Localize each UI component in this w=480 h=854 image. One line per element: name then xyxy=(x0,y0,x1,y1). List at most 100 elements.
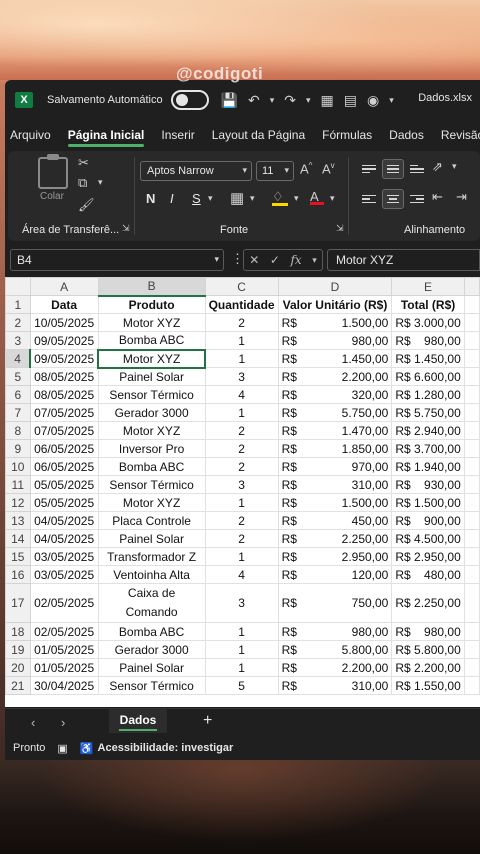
tab-layout-da-pagina[interactable]: Layout da Página xyxy=(212,128,305,142)
save-icon[interactable]: 💾 xyxy=(221,92,238,109)
date-cell[interactable]: 09/05/2025 xyxy=(29,349,99,368)
fx-dropdown-icon[interactable]: ▾ xyxy=(312,255,317,266)
product-cell[interactable]: Gerador 3000 xyxy=(97,403,206,422)
product-cell[interactable]: Sensor Térmico xyxy=(97,475,206,494)
total-cell[interactable]: R$ 480,00 xyxy=(391,565,465,584)
row-header[interactable]: 14 xyxy=(5,529,31,548)
product-cell[interactable]: Sensor Térmico xyxy=(97,676,206,695)
next-sheet-icon[interactable]: › xyxy=(61,715,65,730)
quantity-cell[interactable]: 1 xyxy=(204,622,279,641)
redo-icon[interactable]: ↷ xyxy=(284,92,296,109)
cell[interactable] xyxy=(463,367,480,386)
product-cell[interactable]: Placa Controle xyxy=(97,511,206,530)
quantity-cell[interactable]: 3 xyxy=(204,475,279,494)
product-cell[interactable]: Inversor Pro xyxy=(97,439,206,458)
enter-icon[interactable]: ✓ xyxy=(270,253,280,267)
accessibility-status[interactable]: Acessibilidade: investigar xyxy=(98,742,234,754)
quantity-cell[interactable]: 2 xyxy=(204,439,279,458)
date-cell[interactable]: 02/05/2025 xyxy=(29,583,99,623)
unit-price-cell[interactable]: R$ 1.500,00 xyxy=(277,493,393,512)
unit-price-cell[interactable]: R$ 1.450,00 xyxy=(277,349,393,368)
product-cell[interactable]: Ventoinha Alta xyxy=(97,565,206,584)
unit-price-cell[interactable]: R$ 450,00 xyxy=(277,511,393,530)
cell[interactable] xyxy=(463,658,480,677)
total-cell[interactable]: R$ 1.940,00 xyxy=(391,457,465,476)
date-cell[interactable]: 01/05/2025 xyxy=(29,658,99,677)
copy-icon[interactable]: ⧉ xyxy=(78,175,87,191)
quantity-cell[interactable]: 3 xyxy=(204,367,279,386)
total-cell[interactable]: R$ 2.950,00 xyxy=(391,547,465,566)
font-color-dropdown-icon[interactable]: ▾ xyxy=(330,193,335,204)
cell[interactable] xyxy=(463,622,480,641)
date-cell[interactable]: 07/05/2025 xyxy=(29,421,99,440)
total-cell[interactable]: R$ 5.800,00 xyxy=(391,640,465,659)
header-cell[interactable]: Produto xyxy=(97,295,206,314)
product-cell[interactable]: Motor XYZ xyxy=(97,313,206,332)
date-cell[interactable]: 02/05/2025 xyxy=(29,622,99,641)
align-right-icon[interactable] xyxy=(406,189,428,209)
font-color-icon[interactable]: A xyxy=(310,189,324,205)
total-cell[interactable]: R$ 3.000,00 xyxy=(391,313,465,332)
quantity-cell[interactable]: 1 xyxy=(204,493,279,512)
total-cell[interactable]: R$ 5.750,00 xyxy=(391,403,465,422)
total-cell[interactable]: R$ 2.200,00 xyxy=(391,658,465,677)
row-header[interactable]: 16 xyxy=(5,565,31,584)
date-cell[interactable]: 08/05/2025 xyxy=(29,385,99,404)
date-cell[interactable]: 05/05/2025 xyxy=(29,475,99,494)
column-header-f[interactable] xyxy=(463,277,480,296)
format-painter-icon[interactable]: 🖌 xyxy=(78,197,95,213)
date-cell[interactable]: 01/05/2025 xyxy=(29,640,99,659)
header-cell[interactable]: Valor Unitário (R$) xyxy=(277,295,393,314)
row-header[interactable]: 4 xyxy=(5,349,32,368)
product-cell[interactable]: Motor XYZ xyxy=(97,493,206,512)
tab-inserir[interactable]: Inserir xyxy=(161,128,194,142)
row-header[interactable]: 2 xyxy=(5,313,31,332)
cell[interactable] xyxy=(463,493,480,512)
unit-price-cell[interactable]: R$ 310,00 xyxy=(277,676,393,695)
formula-input[interactable]: Motor XYZ xyxy=(327,249,480,271)
quantity-cell[interactable]: 3 xyxy=(204,583,279,623)
cancel-icon[interactable]: ✕ xyxy=(249,253,259,267)
unit-price-cell[interactable]: R$ 2.200,00 xyxy=(277,658,393,677)
italic-button[interactable]: I xyxy=(170,191,174,206)
product-cell[interactable]: Gerador 3000 xyxy=(97,640,206,659)
accessibility-icon[interactable]: ♿ xyxy=(80,742,94,755)
add-sheet-icon[interactable]: + xyxy=(203,712,212,730)
unit-price-cell[interactable]: R$ 320,00 xyxy=(277,385,393,404)
cell[interactable] xyxy=(463,439,480,458)
column-header-e[interactable]: E xyxy=(391,277,465,296)
font-name-select[interactable]: Aptos Narrow ▾ xyxy=(140,161,252,181)
total-cell[interactable]: R$ 980,00 xyxy=(391,331,465,350)
spreadsheet-grid[interactable]: A B C D E 1 Data Produto Quantidade Valo… xyxy=(5,277,480,707)
row-header[interactable]: 20 xyxy=(5,658,31,677)
row-header[interactable]: 3 xyxy=(5,331,31,350)
product-cell[interactable]: Painel Solar xyxy=(97,367,206,386)
unit-price-cell[interactable]: R$ 2.200,00 xyxy=(277,367,393,386)
cell[interactable] xyxy=(463,457,480,476)
font-launcher-icon[interactable]: ⇲ xyxy=(336,223,344,234)
cut-icon[interactable]: ✂ xyxy=(78,155,89,171)
cell[interactable] xyxy=(463,640,480,659)
name-box[interactable]: B4 ▾ xyxy=(10,249,224,271)
total-cell[interactable]: R$ 1.280,00 xyxy=(391,385,465,404)
column-header-d[interactable]: D xyxy=(277,277,393,296)
row-header[interactable]: 8 xyxy=(5,421,31,440)
unit-price-cell[interactable]: R$ 120,00 xyxy=(277,565,393,584)
product-cell[interactable]: Bomba ABC xyxy=(97,457,206,476)
quantity-cell[interactable]: 2 xyxy=(204,457,279,476)
unit-price-cell[interactable]: R$ 5.750,00 xyxy=(277,403,393,422)
row-header[interactable]: 5 xyxy=(5,367,31,386)
date-cell[interactable]: 03/05/2025 xyxy=(29,547,99,566)
quantity-cell[interactable]: 1 xyxy=(204,640,279,659)
product-cell[interactable]: Motor XYZ xyxy=(97,421,206,440)
decrease-font-icon[interactable]: Av xyxy=(322,161,335,176)
paste-icon[interactable] xyxy=(38,154,68,189)
font-size-select[interactable]: 11 ▾ xyxy=(256,161,294,181)
product-cell[interactable]: Caixa de Comando xyxy=(97,583,206,623)
header-cell[interactable]: Data xyxy=(29,295,99,314)
redo-dropdown-icon[interactable]: ▾ xyxy=(306,95,311,106)
quantity-cell[interactable]: 2 xyxy=(204,529,279,548)
row-header[interactable]: 7 xyxy=(5,403,31,422)
cell[interactable] xyxy=(463,421,480,440)
date-cell[interactable]: 09/05/2025 xyxy=(29,331,99,350)
